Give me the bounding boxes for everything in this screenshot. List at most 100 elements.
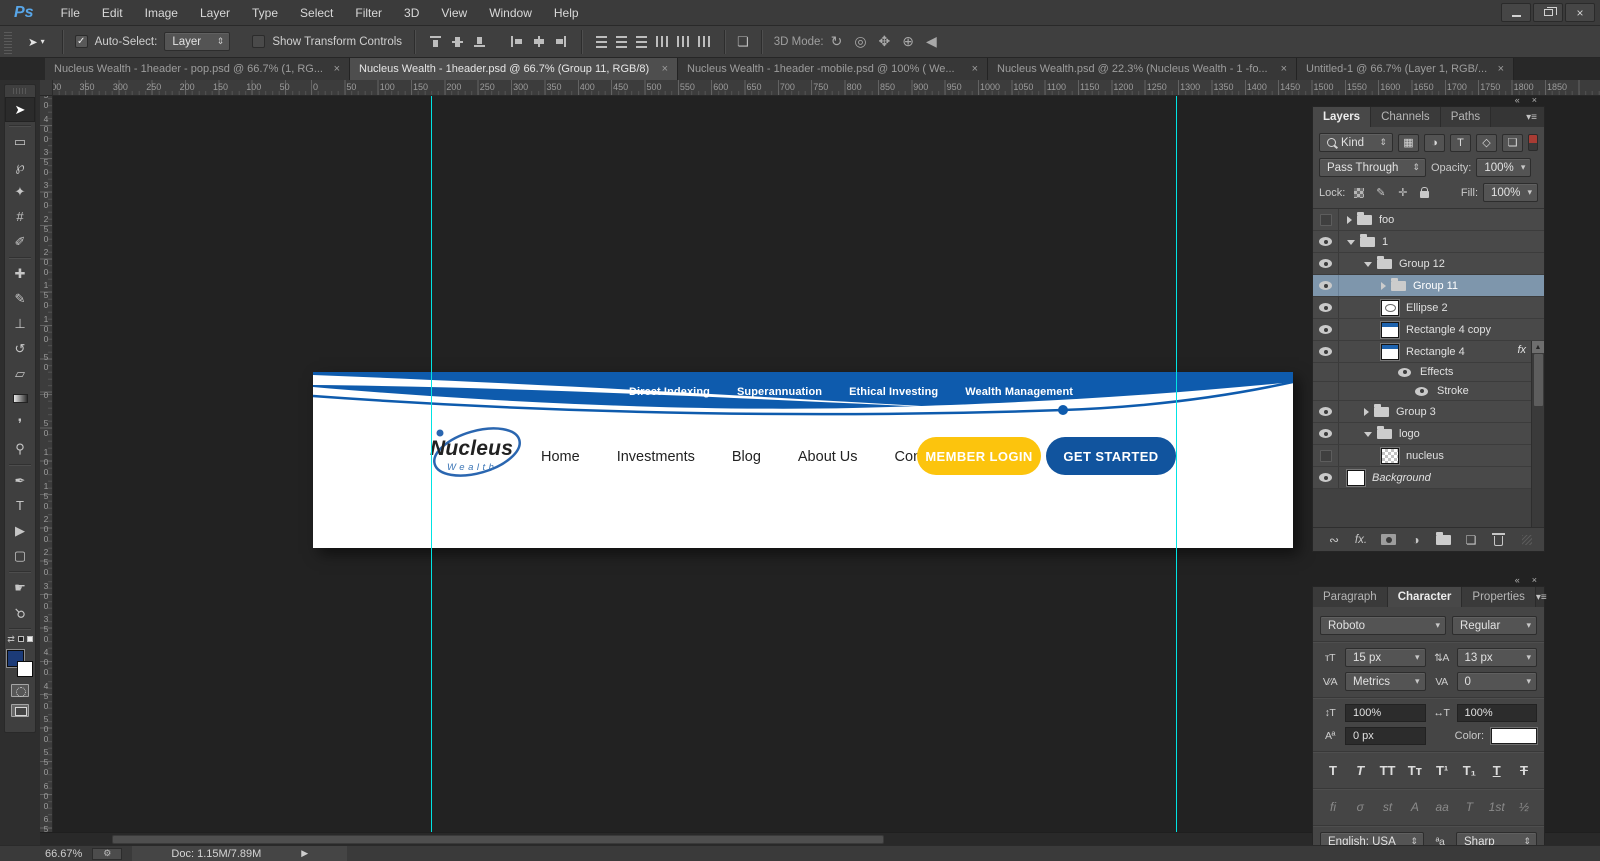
3d-orbit-icon[interactable]: ↻: [831, 33, 843, 50]
font-size-input[interactable]: 15 px ▾: [1345, 648, 1426, 667]
layer-effects-badge[interactable]: fx: [1517, 344, 1526, 356]
distribute-vertical-centers-icon[interactable]: [616, 36, 627, 48]
faux-style-button-2[interactable]: TT: [1378, 760, 1398, 780]
background-color-swatch[interactable]: [17, 661, 33, 677]
lock-transparent-pixels-button[interactable]: [1350, 185, 1367, 200]
visibility-toggle[interactable]: [1313, 423, 1339, 444]
ruler-origin-box[interactable]: [40, 80, 53, 96]
effects-eye-icon[interactable]: [1415, 387, 1428, 396]
lock-position-button[interactable]: ✛: [1394, 185, 1411, 200]
status-options-icon[interactable]: ⚙: [92, 848, 122, 860]
collapse-to-icons-button[interactable]: «: [1515, 95, 1520, 105]
move-tool[interactable]: ➤: [5, 97, 35, 122]
secondary-nav-wealth-management[interactable]: Wealth Management: [965, 386, 1073, 398]
distribute-right-edges-icon[interactable]: [698, 36, 710, 47]
font-style-dropdown[interactable]: Regular ▾: [1452, 616, 1537, 635]
menu-type[interactable]: Type: [241, 0, 289, 26]
layers-tab-layers[interactable]: Layers: [1313, 107, 1371, 127]
distribute-horizontal-centers-icon[interactable]: [677, 36, 689, 47]
layer-row-rectangle-4-copy[interactable]: Rectangle 4 copy: [1313, 319, 1544, 341]
lock-image-pixels-button[interactable]: ✎: [1372, 185, 1389, 200]
menu-file[interactable]: File: [50, 0, 91, 26]
history-brush-tool[interactable]: ↺: [5, 336, 35, 361]
tab-close-icon[interactable]: ×: [1281, 63, 1287, 75]
nav-home[interactable]: Home: [541, 449, 580, 465]
layer-row-foo[interactable]: foo: [1313, 209, 1544, 231]
opentype-button-7[interactable]: ½: [1514, 797, 1534, 817]
menu-image[interactable]: Image: [134, 0, 189, 26]
nav-about-us[interactable]: About Us: [798, 449, 858, 465]
secondary-nav-superannuation[interactable]: Superannuation: [737, 386, 822, 398]
layer-row-group-12[interactable]: Group 12: [1313, 253, 1544, 275]
character-tab-properties[interactable]: Properties: [1462, 587, 1535, 607]
close-panel-group-button[interactable]: ×: [1532, 575, 1537, 585]
opentype-button-1[interactable]: σ: [1350, 797, 1370, 817]
visibility-toggle[interactable]: [1313, 297, 1339, 318]
gradient-tool[interactable]: [5, 386, 35, 411]
blur-tool[interactable]: ❜: [5, 411, 35, 436]
auto-select-target-dropdown[interactable]: Layer ⇕: [164, 32, 230, 51]
visibility-toggle[interactable]: [1313, 445, 1339, 466]
layer-thumbnail[interactable]: [1381, 300, 1399, 316]
3d-camera-icon[interactable]: ◀: [926, 33, 937, 50]
horizontal-type-tool[interactable]: T: [5, 493, 35, 518]
visibility-toggle[interactable]: [1313, 382, 1339, 400]
document-tab-4[interactable]: Nucleus Wealth.psd @ 22.3% (Nucleus Weal…: [988, 58, 1297, 80]
visibility-toggle[interactable]: [1313, 231, 1339, 252]
tool-preset-picker[interactable]: ➤ ▾: [23, 33, 50, 51]
minimize-button[interactable]: [1501, 3, 1531, 22]
scrollbar-thumb[interactable]: [1534, 354, 1543, 406]
layer-thumbnail[interactable]: [1381, 344, 1399, 360]
collapse-arrow-icon[interactable]: [1347, 240, 1355, 245]
get-started-button[interactable]: GET STARTED: [1046, 437, 1176, 475]
collapse-arrow-icon[interactable]: [1364, 262, 1372, 267]
distribute-bottom-edges-icon[interactable]: [636, 36, 647, 48]
default-colors-icon[interactable]: [18, 636, 24, 642]
menu-layer[interactable]: Layer: [189, 0, 241, 26]
text-color-swatch[interactable]: [1491, 728, 1537, 744]
distribute-top-edges-icon[interactable]: [596, 36, 607, 48]
horizontal-scrollbar-thumb[interactable]: [112, 835, 884, 844]
adjustment-layer-button[interactable]: ◑: [1409, 533, 1423, 547]
path-selection-tool[interactable]: ▶: [5, 518, 35, 543]
secondary-nav-direct-indexing[interactable]: Direct Indexing: [629, 386, 710, 398]
opentype-button-3[interactable]: A: [1405, 797, 1425, 817]
opentype-button-5[interactable]: T: [1459, 797, 1479, 817]
document-tab-3[interactable]: Nucleus Wealth - 1header -mobile.psd @ 1…: [678, 58, 988, 80]
crop-tool[interactable]: #: [5, 204, 35, 229]
layer-styles-button[interactable]: fx.: [1354, 534, 1368, 546]
kerning-input[interactable]: Metrics ▾: [1345, 672, 1426, 691]
vertical-scale-input[interactable]: 100%: [1345, 704, 1426, 722]
layer-thumbnail[interactable]: [1381, 448, 1399, 464]
faux-style-button-7[interactable]: Ŧ: [1514, 760, 1534, 780]
auto-select-checkbox[interactable]: ✓: [75, 35, 88, 48]
faux-style-button-0[interactable]: T: [1323, 760, 1343, 780]
layer-row-stroke[interactable]: Stroke: [1313, 382, 1544, 401]
tracking-input[interactable]: 0 ▾: [1457, 672, 1538, 691]
filter-smart-objects-button[interactable]: ❏: [1502, 134, 1523, 152]
menu-edit[interactable]: Edit: [91, 0, 134, 26]
expand-arrow-icon[interactable]: [1347, 216, 1352, 224]
panel-menu-icon[interactable]: ▾≡: [1536, 587, 1554, 607]
horizontal-scale-input[interactable]: 100%: [1457, 704, 1538, 722]
character-tab-paragraph[interactable]: Paragraph: [1313, 587, 1388, 607]
menu-window[interactable]: Window: [478, 0, 543, 26]
close-panel-group-button[interactable]: ×: [1532, 95, 1537, 105]
align-bottom-edges-icon[interactable]: [473, 35, 486, 48]
menu-3d[interactable]: 3D: [393, 0, 430, 26]
options-bar-grip[interactable]: [4, 30, 12, 54]
link-layers-button[interactable]: ∾: [1327, 533, 1341, 547]
lock-all-button[interactable]: [1416, 185, 1433, 200]
layer-row-effects[interactable]: Effects: [1313, 363, 1544, 382]
align-left-edges-icon[interactable]: [510, 35, 523, 48]
eraser-tool[interactable]: ▱: [5, 361, 35, 386]
clone-stamp-tool[interactable]: ⊥: [5, 311, 35, 336]
vertical-ruler[interactable]: 4504003503002502001501005005010015020025…: [40, 96, 53, 832]
document-tab-1[interactable]: Nucleus Wealth - 1header - pop.psd @ 66.…: [45, 58, 350, 80]
layer-row-nucleus[interactable]: nucleus: [1313, 445, 1544, 467]
menu-select[interactable]: Select: [289, 0, 344, 26]
3d-pan-icon[interactable]: ✥: [879, 33, 891, 50]
align-vertical-centers-icon[interactable]: [451, 35, 464, 48]
faux-style-button-6[interactable]: T: [1487, 760, 1507, 780]
toolbar-grip[interactable]: [13, 88, 27, 94]
